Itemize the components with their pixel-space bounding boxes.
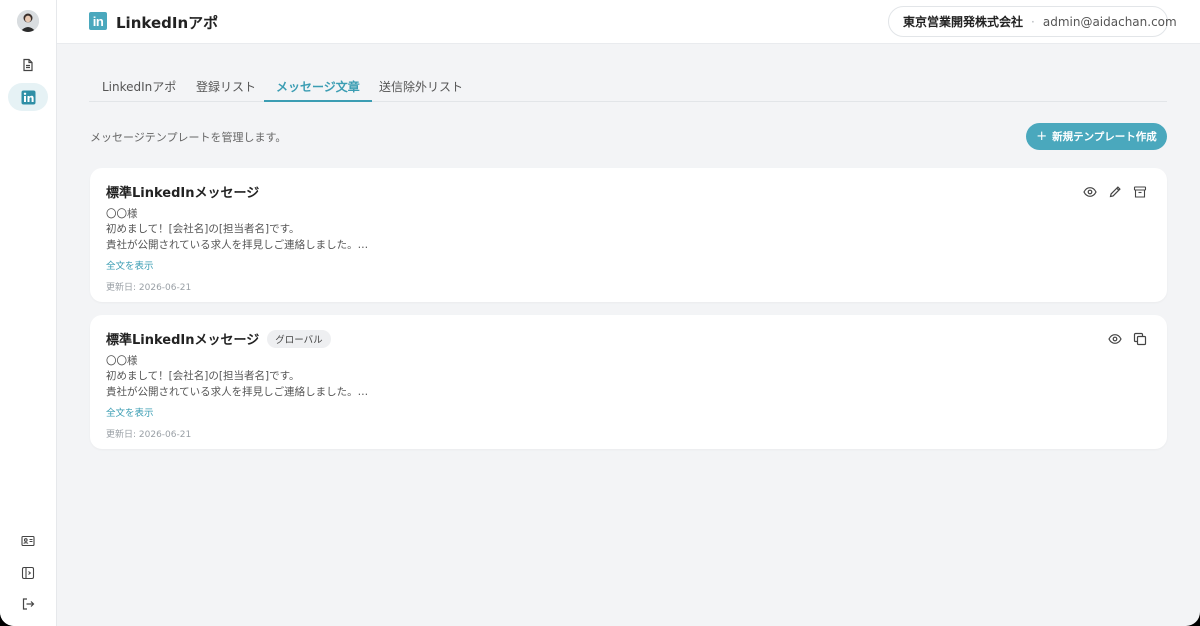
tab-bar: LinkedInアポ 登録リスト メッセージ文章 送信除外リスト	[89, 72, 1167, 102]
logout-icon	[21, 597, 35, 611]
template-body-line: 初めまして！[会社名]の[担当者名]です。	[106, 223, 300, 235]
template-title-text: 標準LinkedInメッセージ	[106, 186, 260, 201]
template-card: 標準LinkedInメッセージ グローバル 〇〇様 初めまして！[会社名]の[担…	[90, 315, 1167, 449]
account-email: admin@aidachan.com	[1042, 14, 1177, 29]
app-title: LinkedInアポ	[116, 14, 219, 32]
template-body-line: 貴社が公開されている求人を拝見しご連絡しました。…	[106, 386, 369, 398]
sidebar-item-profile-card[interactable]	[8, 527, 48, 555]
document-icon	[21, 58, 35, 72]
id-card-icon	[21, 535, 35, 547]
account-separator: ·	[1031, 14, 1035, 29]
sidebar-item-collapse[interactable]	[8, 559, 48, 587]
new-template-label: 新規テンプレート作成	[1052, 131, 1157, 143]
show-full-text-link[interactable]: 全文を表示	[106, 258, 154, 272]
tab-registered-list[interactable]: 登録リスト	[184, 72, 268, 102]
plus-icon: +	[1036, 129, 1048, 144]
linkedin-logo-icon: in	[89, 12, 107, 30]
tab-exclusion-list[interactable]: 送信除外リスト	[367, 72, 475, 102]
pencil-icon[interactable]	[1107, 184, 1123, 200]
linkedin-icon	[21, 90, 36, 105]
template-body-line: 初めまして！[会社名]の[担当者名]です。	[106, 370, 300, 382]
avatar[interactable]	[17, 10, 39, 32]
eye-icon[interactable]	[1107, 331, 1123, 347]
template-body-line: 〇〇様	[106, 355, 138, 367]
sidebar-item-documents[interactable]	[8, 51, 48, 79]
template-title: 標準LinkedInメッセージ グローバル	[106, 329, 331, 348]
template-card: 標準LinkedInメッセージ 〇〇様 初めまして！[会社名]の[担当者名]です…	[90, 168, 1167, 302]
copy-icon[interactable]	[1132, 331, 1148, 347]
updated-date: 更新日: 2026-06-21	[106, 283, 192, 293]
template-title-text: 標準LinkedInメッセージ	[106, 333, 260, 348]
account-switcher[interactable]: 東京営業開発株式会社 · admin@aidachan.com	[888, 6, 1177, 37]
template-body-line: 〇〇様	[106, 208, 138, 220]
archive-icon[interactable]	[1132, 184, 1148, 200]
top-header: in LinkedInアポ 東京営業開発株式会社 · admin@aidacha…	[57, 0, 1200, 44]
sidebar-item-linkedin[interactable]	[8, 83, 48, 111]
updated-date: 更新日: 2026-06-21	[106, 430, 192, 440]
eye-icon[interactable]	[1082, 184, 1098, 200]
company-name: 東京営業開発株式会社	[903, 15, 1024, 29]
template-body-line: 貴社が公開されている求人を拝見しご連絡しました。…	[106, 239, 369, 251]
new-template-button[interactable]: + 新規テンプレート作成	[1026, 123, 1167, 150]
sidebar-item-logout[interactable]	[8, 590, 48, 618]
global-badge: グローバル	[267, 329, 331, 348]
sidebar	[0, 0, 57, 626]
show-full-text-link[interactable]: 全文を表示	[106, 405, 154, 419]
tab-linkedin-apo[interactable]: LinkedInアポ	[90, 72, 188, 102]
page-description: メッセージテンプレートを管理します。	[90, 131, 287, 144]
template-title: 標準LinkedInメッセージ	[106, 182, 259, 201]
tab-message-text[interactable]: メッセージ文章	[264, 72, 372, 102]
app-window: in LinkedInアポ 東京営業開発株式会社 · admin@aidacha…	[0, 0, 1200, 626]
collapse-panel-icon	[21, 566, 35, 580]
